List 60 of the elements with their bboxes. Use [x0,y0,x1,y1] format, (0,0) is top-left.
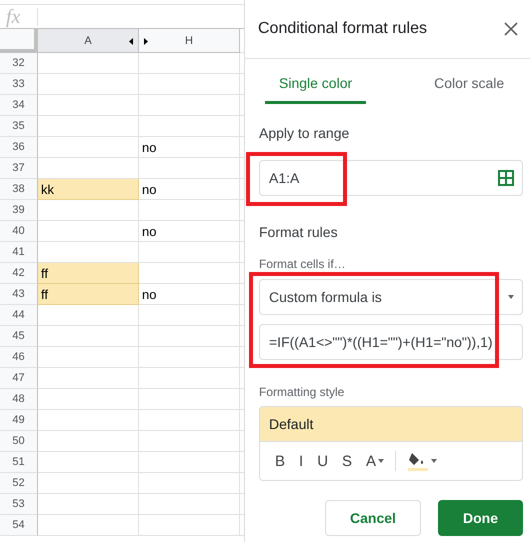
panel-title: Conditional format rules [258,20,427,38]
table-cell: no [139,179,240,200]
section-label: Format rules [259,224,339,240]
paint-bucket-icon [407,450,430,472]
row-number: 35 [0,116,38,137]
row-number: 50 [0,431,38,452]
table-cell: no [139,284,240,305]
row-number: 39 [0,200,38,221]
row-number: 38 [0,179,38,200]
cancel-button[interactable]: Cancel [325,500,421,536]
text-color-button[interactable]: A [359,448,392,474]
formula-field[interactable]: =IF((A1<>"")*((H1="")+(H1="no")),1) [259,324,523,360]
strike-button[interactable]: S [335,448,360,474]
tab[interactable]: Color scale [420,59,518,104]
row-number: 43 [0,284,38,305]
column-header[interactable]: H [139,29,240,53]
highlighted-cell: ff [38,263,139,284]
table-cell: no [139,221,240,242]
highlighted-cell: kk [38,179,139,200]
done-button[interactable]: Done [438,500,523,536]
row-number: 53 [0,494,38,515]
style-preset[interactable]: Default [260,407,522,442]
row-number: 48 [0,389,38,410]
tab[interactable]: Single color [265,59,366,104]
row-number: 32 [0,53,38,74]
row-number: 47 [0,368,38,389]
left-arrow-icon[interactable] [129,38,133,45]
row-number: 42 [0,263,38,284]
close-icon[interactable] [504,22,518,36]
underline-button[interactable]: U [310,448,336,474]
row-number: 44 [0,305,38,326]
row-number: 49 [0,410,38,431]
caret-icon [508,295,514,299]
bold-button[interactable]: B [268,448,292,474]
caret-icon [378,459,384,463]
row-number: 41 [0,242,38,263]
row-number: 37 [0,158,38,179]
italic-button[interactable]: I [292,448,310,474]
row-number: 40 [0,221,38,242]
row-number: 36 [0,137,38,158]
row-number: 46 [0,347,38,368]
condition-dropdown[interactable]: Custom formula is [259,279,523,315]
table-cell: no [139,137,240,158]
row-number: 34 [0,95,38,116]
right-arrow-icon[interactable] [144,38,148,45]
field-label: Formatting style [259,385,344,399]
row-number: 54 [0,515,38,536]
caret-icon [431,459,438,463]
column-header[interactable]: A [38,29,139,53]
highlighted-cell: ff [38,284,139,305]
row-number: 52 [0,473,38,494]
row-number: 51 [0,452,38,473]
section-label: Apply to range [259,125,350,141]
row-number: 45 [0,326,38,347]
row-number: 33 [0,74,38,95]
grid-icon[interactable] [498,170,514,186]
field-label: Format cells if… [259,257,347,271]
column-label: H [185,34,193,46]
range-field[interactable]: A1:A [259,160,523,196]
column-label: A [84,34,92,46]
